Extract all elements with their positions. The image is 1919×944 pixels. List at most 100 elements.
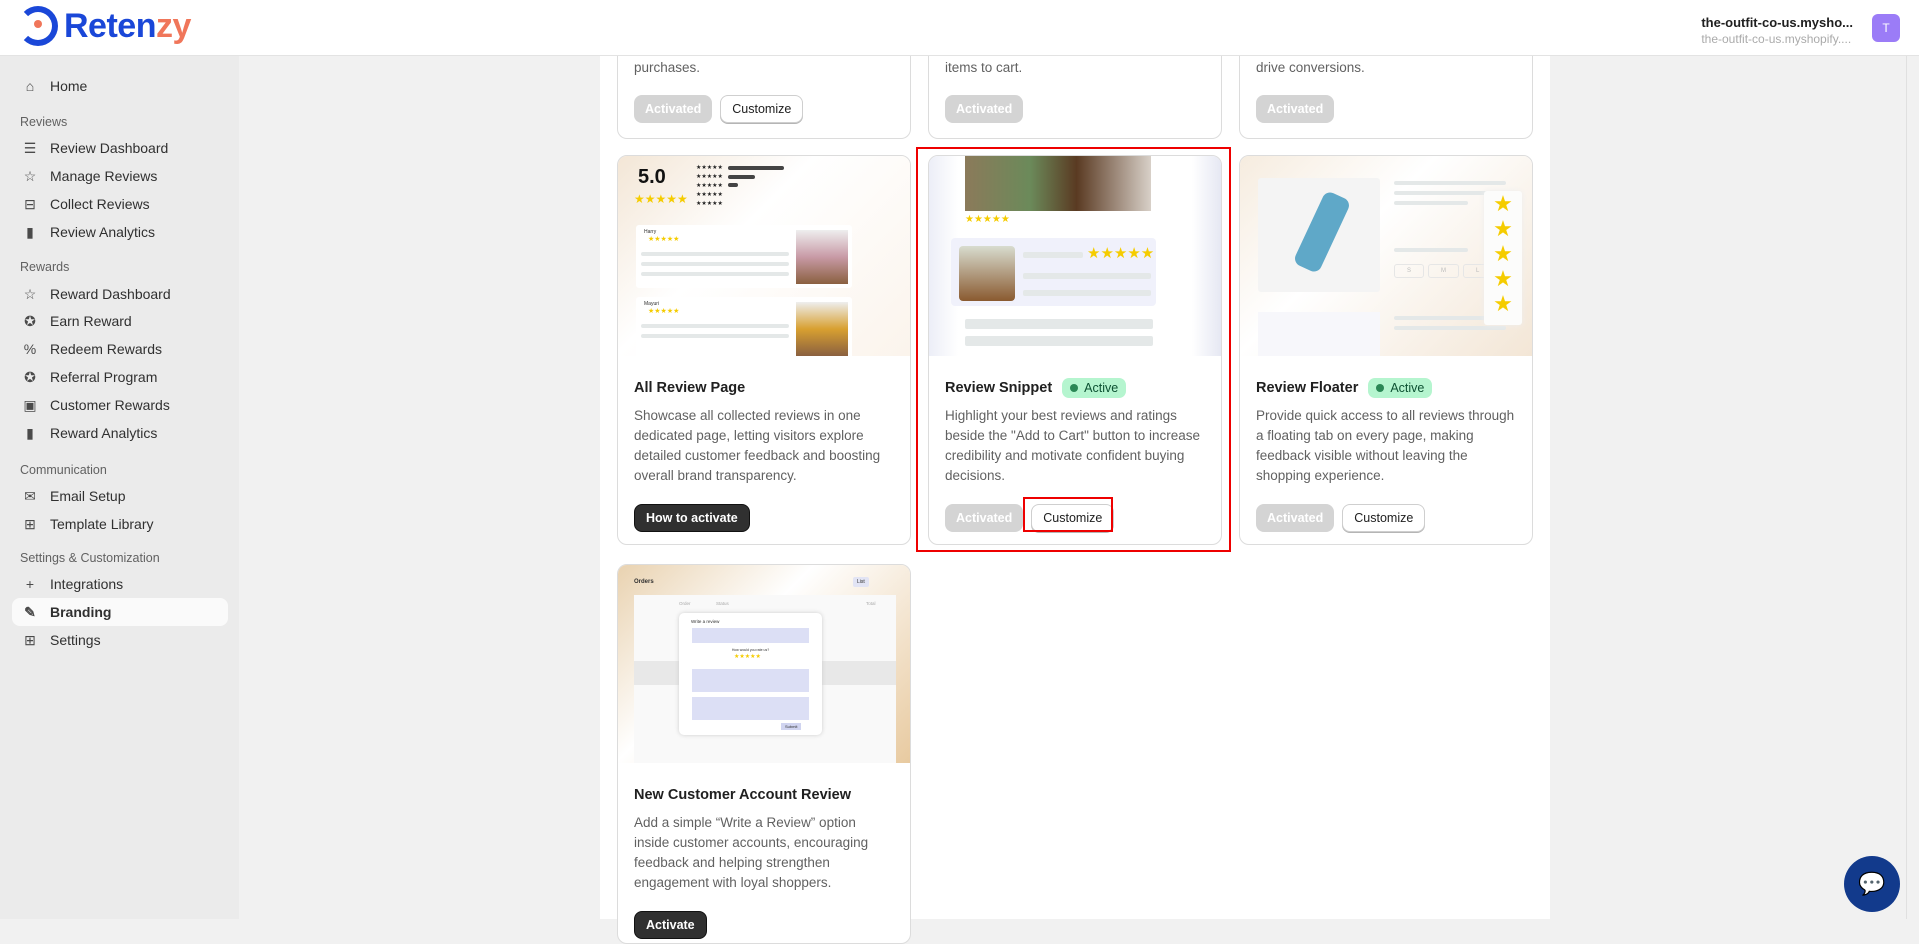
- avatar[interactable]: T: [1872, 14, 1900, 42]
- card-all-review-page: 5.0 ★★★★★ ★★★★★ ★★★★★ ★★★★★ ★★★★★ ★★★★★ Harr…: [617, 155, 911, 545]
- sidebar-item-reward-analytics[interactable]: ▮ Reward Analytics: [12, 419, 228, 447]
- star-icon: ☆: [23, 285, 37, 302]
- stack-icon: ☰: [23, 139, 37, 156]
- highlight-customize-button: [1023, 497, 1113, 532]
- preview-rating: 5.0: [638, 166, 666, 188]
- stars-icon: ★★★★★: [634, 192, 688, 206]
- chat-button[interactable]: 💬: [1844, 856, 1900, 912]
- card-description: items to cart.: [945, 60, 1023, 75]
- sidebar-item-review-dashboard[interactable]: ☰ Review Dashboard: [12, 134, 228, 162]
- sidebar: ⌂ Home Reviews ☰ Review Dashboard ☆ Manage …: [0, 56, 239, 919]
- sidebar-item-label: Template Library: [50, 516, 154, 532]
- card-new-customer-account-review: Orders List Order Status Total Write a r…: [617, 564, 911, 944]
- bar-chart-icon: ▮: [26, 223, 34, 240]
- size-option: M: [1428, 264, 1460, 278]
- store-name: the-outfit-co-us.mysho...: [1701, 15, 1853, 30]
- status-dot-icon: [1376, 384, 1385, 392]
- all-review-preview: 5.0 ★★★★★ ★★★★★ ★★★★★ ★★★★★ ★★★★★ ★★★★★ Harr…: [618, 156, 910, 356]
- rate-question: How would you rate us?: [731, 648, 770, 652]
- sidebar-item-branding[interactable]: ✎ Branding: [12, 598, 228, 626]
- how-to-activate-button[interactable]: How to activate: [634, 504, 750, 532]
- status-badge: Active: [1368, 378, 1433, 398]
- sidebar-item-integrations[interactable]: + Integrations: [12, 570, 228, 598]
- preview-heading: Orders: [634, 579, 654, 585]
- sidebar-item-label: Reward Dashboard: [50, 286, 171, 302]
- floater-stars-icon: ★ ★ ★ ★ ★: [1484, 191, 1522, 325]
- sidebar-item-earn-reward[interactable]: ✪ Earn Reward: [12, 307, 228, 335]
- sidebar-item-label: Customer Rewards: [50, 397, 170, 413]
- col-order: Order: [679, 601, 691, 606]
- logo-icon: [18, 6, 58, 46]
- sidebar-item-settings[interactable]: ⊞ Settings: [12, 626, 228, 654]
- sidebar-item-template-library[interactable]: ⊞ Template Library: [12, 510, 228, 538]
- section-communication: Communication: [20, 463, 107, 477]
- preview-submit: Submit: [781, 723, 802, 730]
- sidebar-item-label: Home: [50, 78, 88, 94]
- gift-card-icon: ▣: [23, 396, 37, 413]
- sidebar-item-label: Settings: [50, 632, 101, 648]
- sidebar-item-referral-program[interactable]: ✪ Referral Program: [12, 363, 228, 391]
- highlight-review-snippet: [916, 147, 1231, 552]
- apps-settings-icon: ⊞: [24, 631, 36, 648]
- chat-icon: 💬: [1858, 871, 1886, 896]
- card-description: Showcase all collected reviews in one de…: [634, 408, 881, 483]
- logo-text-a: Reten: [64, 6, 156, 45]
- section-rewards: Rewards: [20, 260, 70, 274]
- sidebar-item-customer-rewards[interactable]: ▣ Customer Rewards: [12, 391, 228, 419]
- activated-button: Activated: [634, 95, 713, 123]
- store-switcher[interactable]: the-outfit-co-us.mysho... the-outfit-co-…: [1701, 15, 1853, 46]
- sidebar-item-label: Reward Analytics: [50, 425, 158, 441]
- card-description: Provide quick access to all reviews thro…: [1256, 408, 1515, 483]
- card-review-floater: S M L ★ ★ ★ ★ ★ Review Floater Active Provide…: [1239, 155, 1533, 545]
- modal-title: Write a review: [691, 619, 720, 624]
- sidebar-item-email-setup[interactable]: ✉ Email Setup: [12, 482, 228, 510]
- customize-button[interactable]: Customize: [1342, 504, 1426, 532]
- bar-chart-icon: ▮: [26, 424, 34, 441]
- logo-text-b: zy: [155, 6, 191, 45]
- sidebar-item-label: Earn Reward: [50, 313, 132, 329]
- sidebar-item-manage-reviews[interactable]: ☆ Manage Reviews: [12, 162, 228, 190]
- scrollbar[interactable]: [1906, 56, 1919, 919]
- home-icon: ⌂: [25, 78, 35, 94]
- preview-list: List: [853, 577, 869, 587]
- award-icon: ✪: [24, 312, 36, 329]
- retenzy-logo[interactable]: Retenzy: [18, 6, 191, 46]
- discount-icon: %: [23, 341, 37, 357]
- plus-icon: +: [25, 576, 35, 592]
- store-domain: the-outfit-co-us.myshopify....: [1701, 32, 1852, 46]
- card-description: Add a simple “Write a Review” option ins…: [634, 815, 869, 890]
- sidebar-item-label: Branding: [50, 604, 112, 620]
- card-title: All Review Page: [634, 380, 746, 396]
- sidebar-item-label: Integrations: [50, 576, 124, 592]
- activated-button: Activated: [945, 95, 1024, 123]
- activated-button: Activated: [1256, 95, 1335, 123]
- sidebar-item-redeem-rewards[interactable]: % Redeem Rewards: [12, 335, 228, 363]
- rating-breakdown: ★★★★★ ★★★★★ ★★★★★ ★★★★★ ★★★★★: [696, 165, 723, 207]
- sidebar-item-label: Referral Program: [50, 369, 158, 385]
- col-status: Status: [716, 601, 729, 606]
- sidebar-item-label: Manage Reviews: [50, 168, 158, 184]
- review-preview-1: Harry ★★★★★: [636, 225, 852, 288]
- sidebar-item-label: Redeem Rewards: [50, 341, 163, 357]
- sidebar-item-home[interactable]: ⌂ Home: [12, 72, 228, 100]
- card-description: purchases.: [634, 60, 701, 75]
- sidebar-item-label: Review Dashboard: [50, 140, 169, 156]
- account-review-preview: Orders List Order Status Total Write a r…: [618, 565, 910, 763]
- review-floater-preview: S M L ★ ★ ★ ★ ★: [1240, 156, 1532, 356]
- card-title: Review Floater: [1256, 380, 1359, 396]
- section-reviews: Reviews: [20, 115, 68, 129]
- col-total: Total: [866, 601, 876, 606]
- inbox-icon: ⊟: [24, 195, 36, 212]
- activate-button[interactable]: Activate: [634, 911, 707, 939]
- sidebar-item-reward-dashboard[interactable]: ☆ Reward Dashboard: [12, 280, 228, 308]
- section-settings: Settings & Customization: [20, 551, 160, 565]
- customize-button[interactable]: Customize: [720, 95, 804, 123]
- card-title: New Customer Account Review: [634, 787, 852, 803]
- sidebar-item-label: Collect Reviews: [50, 196, 150, 212]
- activated-button: Activated: [1256, 504, 1335, 532]
- sidebar-item-review-analytics[interactable]: ▮ Review Analytics: [12, 218, 228, 246]
- sidebar-item-collect-reviews[interactable]: ⊟ Collect Reviews: [12, 190, 228, 218]
- sidebar-item-label: Review Analytics: [50, 224, 156, 240]
- sidebar-item-label: Email Setup: [50, 488, 126, 504]
- card-description: drive conversions.: [1256, 60, 1365, 75]
